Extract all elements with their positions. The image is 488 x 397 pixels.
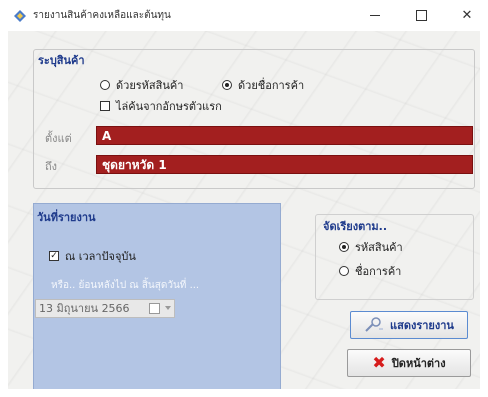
close-page-label: ปิดหน้าต่าง — [391, 357, 446, 370]
radio-sort-product-code-indicator — [339, 242, 349, 252]
close-window-button[interactable]: ✕ — [444, 0, 488, 30]
show-report-button[interactable]: แสดงรายงาน — [350, 311, 468, 339]
radio-by-name-label: ด้วยชื่อการค้า — [238, 79, 305, 92]
radio-sort-product-code-label: รหัสสินค้า — [355, 241, 403, 254]
product-group-title: ระบุสินค้า — [38, 54, 85, 67]
checkbox-current-time-label: ณ เวลาปัจจุบัน — [65, 250, 136, 263]
close-page-button[interactable]: ✖ ปิดหน้าต่าง — [347, 349, 471, 377]
maximize-button[interactable] — [398, 0, 444, 30]
checkbox-current-time[interactable]: ✓ ณ เวลาปัจจุบัน — [49, 247, 136, 265]
radio-by-name[interactable]: ด้วยชื่อการค้า — [222, 76, 304, 94]
minimize-button[interactable] — [352, 0, 398, 30]
radio-by-code[interactable]: ด้วยรหัสสินค้า — [100, 76, 183, 94]
date-hint-text: หรือ.. ย้อนหลังไป ณ สิ้นสุดวันที่ ... — [51, 280, 200, 291]
title-bar: รายงานสินค้าคงเหลือและต้นทุน ✕ — [0, 0, 488, 30]
close-icon: ✕ — [461, 7, 473, 23]
calendar-icon[interactable] — [149, 303, 160, 314]
radio-sort-trade-name-label: ชื่อการค้า — [355, 265, 402, 278]
show-report-label: แสดงรายงาน — [390, 319, 454, 332]
from-input[interactable]: A — [96, 126, 473, 145]
radio-sort-trade-name[interactable]: ชื่อการค้า — [339, 262, 401, 280]
radio-by-name-indicator — [222, 80, 232, 90]
window-title: รายงานสินค้าคงเหลือและต้นทุน — [33, 10, 171, 21]
radio-sort-trade-name-indicator — [339, 266, 349, 276]
chevron-down-icon[interactable] — [165, 306, 171, 310]
report-icon — [365, 317, 384, 332]
checkbox-current-time-box: ✓ — [49, 251, 59, 261]
checkbox-first-letter-label: ไล่ค้นจากอักษรตัวแรก — [116, 100, 222, 113]
report-date-group — [33, 203, 281, 389]
from-label: ตั้งแต่ — [45, 132, 72, 145]
radio-sort-product-code[interactable]: รหัสสินค้า — [339, 238, 403, 256]
form-client-area: ระบุสินค้า ด้วยรหัสสินค้า ด้วยชื่อการค้า… — [8, 31, 480, 389]
minimize-icon — [370, 14, 380, 16]
checkbox-first-letter[interactable]: ไล่ค้นจากอักษรตัวแรก — [100, 97, 222, 115]
app-icon — [14, 10, 26, 22]
maximize-icon — [415, 9, 427, 21]
sort-group-title: จัดเรียงตาม.. — [323, 220, 388, 233]
checkbox-first-letter-box — [100, 101, 110, 111]
report-date-value: 13 มิถุนายน 2566 — [39, 302, 130, 315]
report-date-picker[interactable]: 13 มิถุนายน 2566 — [35, 299, 175, 318]
to-label: ถึง — [45, 160, 58, 173]
close-x-icon: ✖ — [372, 353, 386, 372]
radio-by-code-label: ด้วยรหัสสินค้า — [116, 79, 184, 92]
to-input[interactable]: ชุดยาหวัด 1 — [96, 155, 473, 174]
report-date-title: วันที่รายงาน — [37, 211, 96, 224]
radio-by-code-indicator — [100, 80, 110, 90]
